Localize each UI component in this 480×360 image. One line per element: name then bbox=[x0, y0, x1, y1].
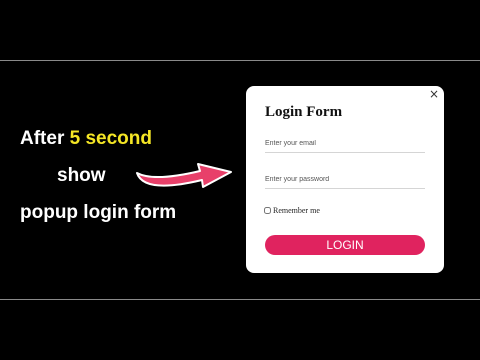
close-icon[interactable]: × bbox=[429, 88, 439, 100]
remember-me[interactable]: Remember me bbox=[264, 206, 320, 215]
divider-bottom bbox=[0, 299, 480, 300]
login-button[interactable]: LOGIN bbox=[265, 235, 425, 255]
password-field[interactable] bbox=[265, 176, 425, 189]
modal-title: Login Form bbox=[265, 104, 343, 120]
promo-highlight: 5 second bbox=[69, 128, 152, 149]
divider-top bbox=[0, 60, 480, 61]
remember-me-label: Remember me bbox=[273, 206, 320, 215]
login-modal: × Login Form Remember me LOGIN bbox=[246, 86, 444, 273]
promo-line-3: popup login form bbox=[20, 202, 177, 223]
curved-arrow-icon bbox=[136, 163, 232, 188]
promo-line-2: show bbox=[57, 165, 106, 186]
remember-me-checkbox[interactable] bbox=[264, 207, 271, 214]
promo-line-1: After 5 second bbox=[20, 129, 152, 148]
promo-line-1-prefix: After bbox=[20, 128, 65, 149]
email-field[interactable] bbox=[265, 140, 425, 153]
